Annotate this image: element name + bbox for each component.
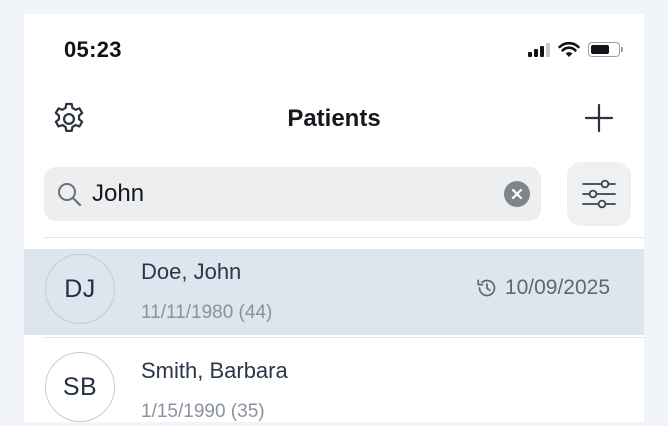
clear-search-button[interactable] <box>504 181 530 207</box>
avatar: DJ <box>45 254 115 324</box>
page-title: Patients <box>287 105 381 132</box>
clear-icon <box>511 188 523 200</box>
patient-row[interactable]: SB Smith, Barbara 1/15/1990 (35) <box>24 337 644 422</box>
last-visit-date: 10/09/2025 <box>504 276 610 299</box>
history-icon <box>477 279 496 297</box>
wifi-icon <box>558 41 580 57</box>
battery-icon <box>588 42 623 57</box>
patient-name: Smith, Barbara <box>141 358 288 383</box>
cellular-signal-icon <box>528 42 550 57</box>
status-icons <box>528 41 623 58</box>
patient-row[interactable]: DJ Doe, John 11/11/1980 (44) 10/09/2025 <box>24 249 644 335</box>
search-bar <box>44 167 541 221</box>
divider <box>44 237 644 238</box>
search-input[interactable] <box>92 167 492 221</box>
search-icon <box>58 183 82 207</box>
last-visit: 10/09/2025 <box>475 276 610 300</box>
patient-name: Doe, John <box>141 259 242 284</box>
status-time: 05:23 <box>64 37 122 62</box>
patient-dob: 1/15/1990 (35) <box>141 401 265 422</box>
patient-dob: 11/11/1980 (44) <box>141 302 273 323</box>
filter-button[interactable] <box>567 162 631 226</box>
avatar: SB <box>45 352 115 422</box>
phone-screen: 05:23 Patients John DJ Doe, John 11/11/1… <box>24 14 644 422</box>
sliders-icon <box>582 179 616 209</box>
add-patient-button[interactable] <box>584 103 614 133</box>
